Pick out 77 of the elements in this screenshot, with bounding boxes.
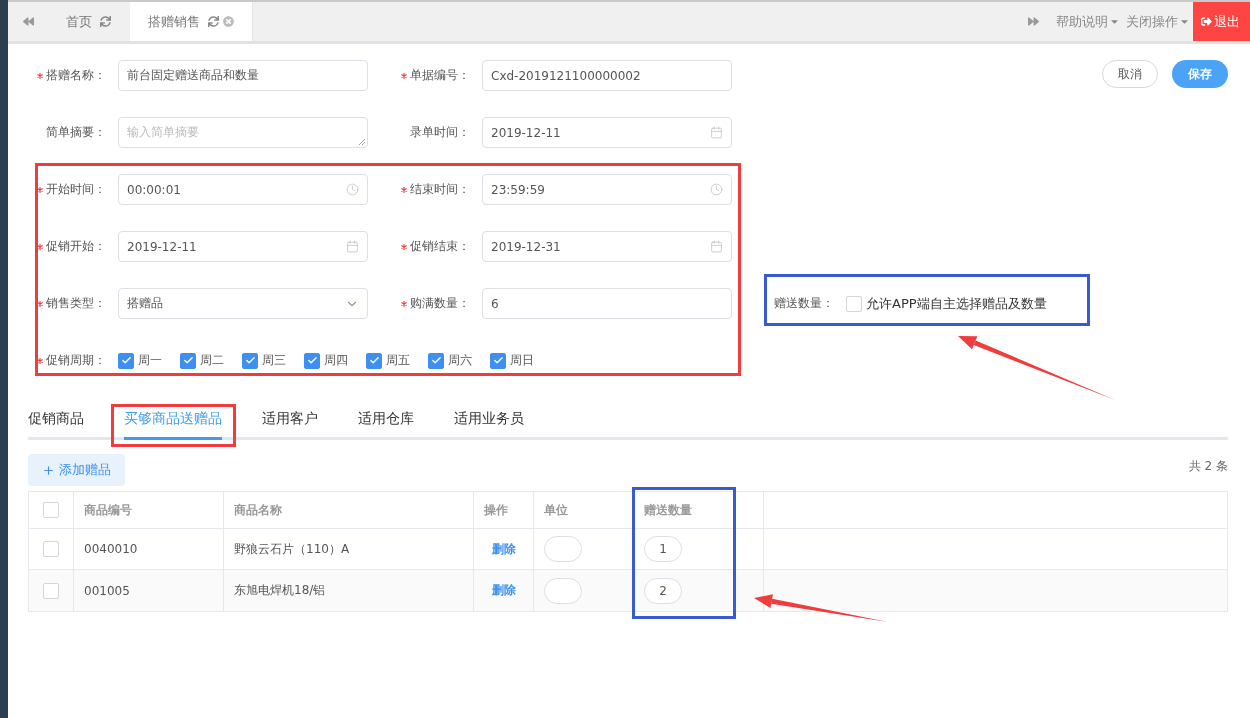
quantity-field[interactable]: 1	[644, 536, 682, 562]
time-field[interactable]: 23:59:59	[482, 174, 732, 205]
check-icon	[182, 355, 194, 366]
checkbox[interactable]	[490, 352, 506, 369]
tab[interactable]: 促销商品	[28, 410, 84, 440]
clock-icon	[346, 183, 359, 196]
checkbox[interactable]	[180, 352, 196, 369]
field-label: 单据编号：	[410, 67, 470, 84]
refresh-icon[interactable]	[208, 16, 219, 27]
calendar-icon	[346, 240, 359, 253]
column-header: 商品编号	[84, 501, 132, 519]
date-field[interactable]: 2019-12-31	[482, 231, 732, 262]
quantity-field[interactable]: 2	[644, 577, 682, 604]
close-icon[interactable]	[223, 16, 234, 27]
checkbox-label: 周一	[138, 352, 162, 369]
check-icon	[430, 355, 442, 366]
check-icon	[244, 355, 256, 366]
field-label: 促销周期：	[46, 352, 106, 369]
field-label: 结束时间：	[410, 181, 470, 198]
calendar-icon	[710, 126, 723, 139]
total-count: 共 2 条	[1188, 458, 1228, 475]
page-tab[interactable]: 搭赠销售	[130, 2, 253, 41]
input-field[interactable]: 前台固定赠送商品和数量	[118, 60, 368, 91]
checkbox[interactable]	[118, 352, 134, 369]
table-cell: 野狼云石片（110）A	[234, 540, 350, 558]
clock-icon	[710, 183, 723, 196]
tab[interactable]: 适用仓库	[358, 410, 414, 440]
checkbox-label: 周三	[262, 352, 286, 369]
sign-out-icon	[1201, 16, 1212, 27]
refresh-icon[interactable]	[100, 16, 111, 27]
resize-handle-icon	[358, 138, 365, 145]
column-header: 赠送数量	[644, 501, 692, 519]
plus-icon	[42, 463, 55, 477]
field-label: 简单摘要：	[46, 124, 106, 141]
checkbox-label: 周二	[200, 352, 224, 369]
table-cell: 东旭电焊机18/铝	[234, 582, 326, 599]
column-header: 操作	[484, 501, 508, 519]
checkbox[interactable]	[366, 352, 382, 369]
checkbox-label: 周六	[448, 352, 472, 369]
column-header: 商品名称	[234, 501, 282, 519]
field-label: 搭赠名称：	[46, 67, 106, 84]
table-cell: 0040010	[84, 542, 138, 556]
date-field[interactable]: 2019-12-11	[118, 231, 368, 262]
field-label: 赠送数量：	[774, 295, 834, 312]
column-header: 单位	[544, 501, 568, 519]
field-label: 促销结束：	[410, 238, 470, 255]
unit-field[interactable]	[544, 577, 582, 604]
tab[interactable]: 适用业务员	[454, 410, 524, 440]
input-field[interactable]: Cxd-2019121100000002	[482, 60, 732, 91]
input-field[interactable]: 6	[482, 288, 732, 319]
checkbox-label: 周四	[324, 352, 348, 369]
field-label: 录单时间：	[410, 124, 470, 141]
tab[interactable]: 适用客户	[262, 410, 318, 440]
checkbox-label: 周日	[510, 352, 534, 369]
calendar-icon	[710, 240, 723, 253]
check-icon	[120, 355, 132, 366]
time-field[interactable]: 00:00:01	[118, 174, 368, 205]
check-icon	[492, 355, 504, 366]
double-right-icon	[1027, 16, 1039, 27]
field-label: 开始时间：	[46, 181, 106, 198]
checkbox-label: 允许APP端自主选择赠品及数量	[866, 294, 1047, 313]
check-icon	[368, 355, 380, 366]
field-label: 促销开始：	[46, 238, 106, 255]
double-left-icon	[22, 16, 34, 27]
checkbox[interactable]	[304, 352, 320, 369]
date-field[interactable]: 2019-12-11	[482, 117, 732, 148]
checkbox-label: 周五	[386, 352, 410, 369]
cancel-button[interactable]: 取消	[1102, 60, 1158, 88]
table-cell: 001005	[84, 583, 130, 598]
unit-field[interactable]	[544, 536, 582, 562]
select-field[interactable]: 搭赠品	[118, 288, 368, 319]
field-label: 购满数量：	[410, 295, 470, 312]
check-icon	[306, 355, 318, 366]
field-label: 销售类型：	[46, 295, 106, 312]
checkbox[interactable]	[428, 352, 444, 369]
checkbox[interactable]	[242, 352, 258, 369]
page-tab[interactable]: 首页	[48, 2, 130, 41]
